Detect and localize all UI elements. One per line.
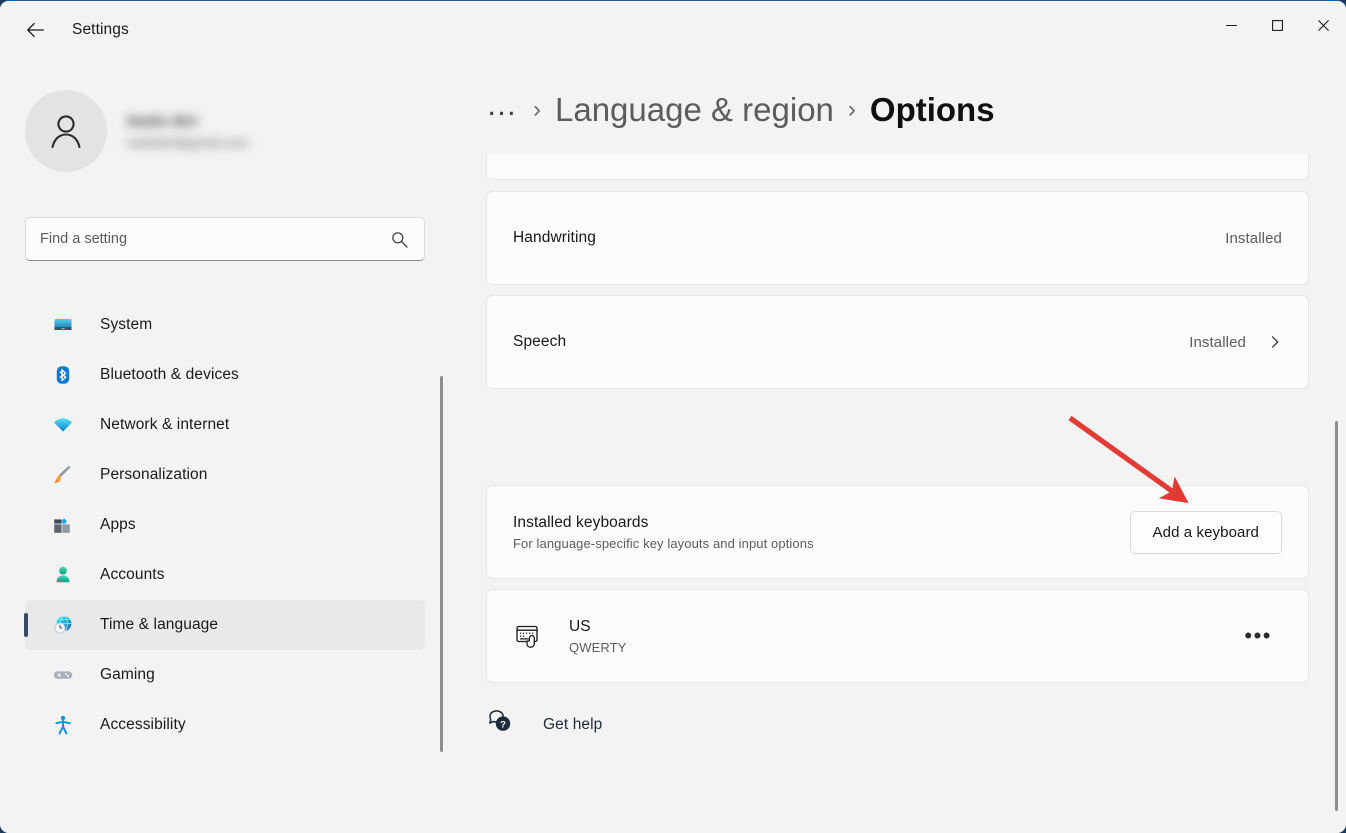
partial-card-above[interactable] (486, 154, 1309, 180)
title-bar: Settings (0, 1, 1346, 59)
person-icon (53, 565, 73, 585)
sidebar-scrollbar[interactable] (440, 376, 443, 752)
installed-keyboards-card: Installed keyboards For language-specifi… (486, 485, 1309, 579)
avatar (25, 90, 107, 172)
keyboard-icon (513, 619, 547, 653)
account-name: Nadin Biri (127, 113, 249, 130)
breadcrumb-parent-link[interactable]: Language & region (555, 91, 834, 129)
status-badge: Installed (1225, 230, 1282, 247)
sidebar-item-label: Gaming (100, 666, 155, 684)
gamepad-icon (53, 665, 73, 685)
sidebar-item-accessibility[interactable]: Accessibility (25, 700, 425, 750)
account-text: Nadin Biri nadinbiri@gmail.com (127, 113, 249, 150)
keyboard-layout-row[interactable]: US QWERTY ••• (486, 589, 1309, 683)
content-scrollbar[interactable] (1335, 421, 1338, 811)
sidebar-item-label: Accessibility (100, 716, 186, 734)
maximize-icon (1272, 20, 1283, 31)
sidebar-item-label: Network & internet (100, 416, 229, 434)
svg-text:?: ? (500, 719, 506, 730)
sidebar-item-label: Bluetooth & devices (100, 366, 239, 384)
add-a-keyboard-button[interactable]: Add a keyboard (1130, 511, 1282, 554)
search-input[interactable] (40, 231, 388, 247)
bluetooth-icon (53, 365, 73, 385)
card-title: Handwriting (513, 229, 596, 247)
back-arrow-icon (25, 19, 47, 41)
breadcrumb: … › Language & region › Options (486, 89, 995, 130)
breadcrumb-separator-icon: › (848, 96, 856, 124)
search-icon (388, 228, 410, 250)
sidebar-item-gaming[interactable]: Gaming (25, 650, 425, 700)
brush-icon (53, 465, 73, 485)
card-title: Speech (513, 333, 566, 351)
sidebar-item-time-language[interactable]: Time & language (25, 600, 425, 650)
sidebar-item-bluetooth-devices[interactable]: Bluetooth & devices (25, 350, 425, 400)
accessibility-icon (53, 715, 73, 735)
get-help-label: Get help (543, 716, 602, 734)
sidebar-nav: System Bluetooth & devices (0, 300, 450, 833)
apps-icon (53, 515, 73, 535)
page-title: Options (870, 91, 995, 129)
sidebar-item-personalization[interactable]: Personalization (25, 450, 425, 500)
sidebar-item-label: Personalization (100, 466, 207, 484)
minimize-button[interactable] (1208, 1, 1254, 49)
breadcrumb-overflow-button[interactable]: … (486, 89, 519, 130)
close-icon (1318, 20, 1329, 31)
close-button[interactable] (1300, 1, 1346, 49)
sidebar-item-label: Apps (100, 516, 136, 534)
keyboard-row-more-button[interactable]: ••• (1234, 621, 1282, 650)
settings-window: Settings (0, 0, 1346, 833)
person-avatar-icon (43, 108, 89, 154)
get-help-link[interactable]: ? Get help (486, 707, 602, 742)
sidebar-item-accounts[interactable]: Accounts (25, 550, 425, 600)
maximize-button[interactable] (1254, 1, 1300, 49)
sidebar: Nadin Biri nadinbiri@gmail.com (0, 59, 450, 833)
globe-clock-icon (53, 615, 73, 635)
status-badge: Installed (1189, 334, 1246, 351)
handwriting-card[interactable]: Handwriting Installed (486, 191, 1309, 285)
account-email: nadinbiri@gmail.com (127, 135, 249, 150)
settings-scroll-area: Handwriting Installed Speech Installed (450, 154, 1346, 833)
sidebar-item-label: Time & language (100, 616, 218, 634)
sidebar-item-network-internet[interactable]: Network & internet (25, 400, 425, 450)
back-button[interactable] (16, 10, 56, 50)
monitor-icon (53, 315, 73, 335)
help-bubble-icon: ? (486, 707, 516, 742)
app-title: Settings (72, 21, 129, 39)
account-block[interactable]: Nadin Biri nadinbiri@gmail.com (25, 90, 249, 172)
card-subtitle: For language-specific key layouts and in… (513, 536, 814, 551)
chevron-right-icon (1268, 335, 1282, 349)
keyboard-layout-type: QWERTY (569, 640, 626, 655)
card-title: Installed keyboards (513, 514, 814, 532)
minimize-icon (1226, 20, 1237, 31)
sidebar-item-label: System (100, 316, 152, 334)
breadcrumb-separator-icon: › (533, 96, 541, 124)
speech-card[interactable]: Speech Installed (486, 295, 1309, 389)
content-pane: … › Language & region › Options Handwrit… (450, 59, 1346, 833)
window-controls (1208, 1, 1346, 49)
keyboard-layout-name: US (569, 618, 626, 636)
search-box[interactable] (25, 217, 425, 261)
sidebar-item-apps[interactable]: Apps (25, 500, 425, 550)
wifi-icon (53, 415, 73, 435)
sidebar-item-label: Accounts (100, 566, 165, 584)
sidebar-item-system[interactable]: System (25, 300, 425, 350)
